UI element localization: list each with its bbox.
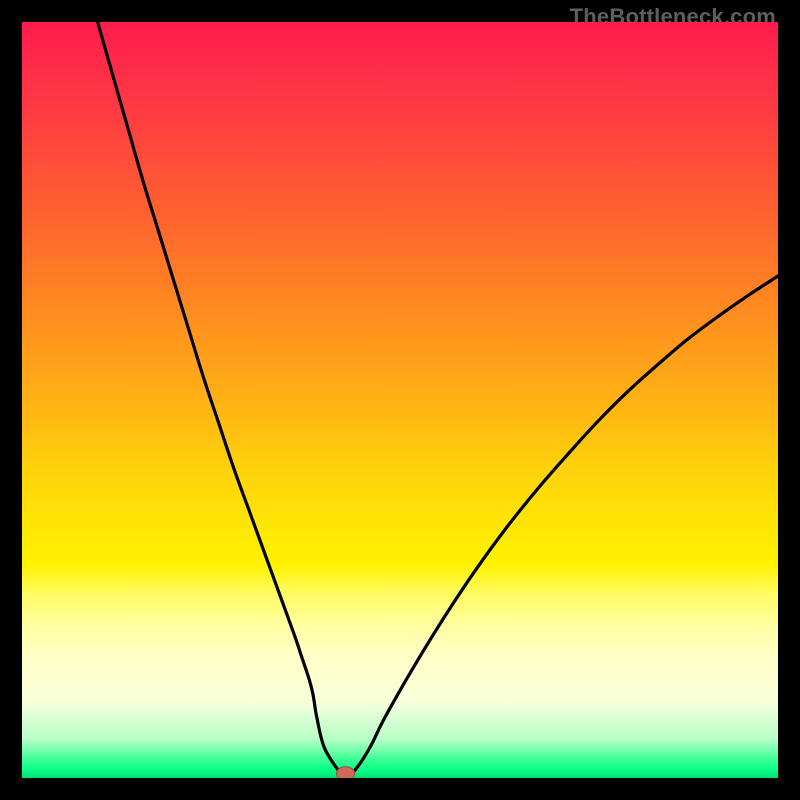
bottleneck-curve-svg — [22, 22, 778, 778]
curve-minimum-marker — [337, 767, 355, 778]
chart-frame: TheBottleneck.com — [0, 0, 800, 800]
bottleneck-curve-path — [98, 22, 778, 774]
plot-area — [22, 22, 778, 778]
